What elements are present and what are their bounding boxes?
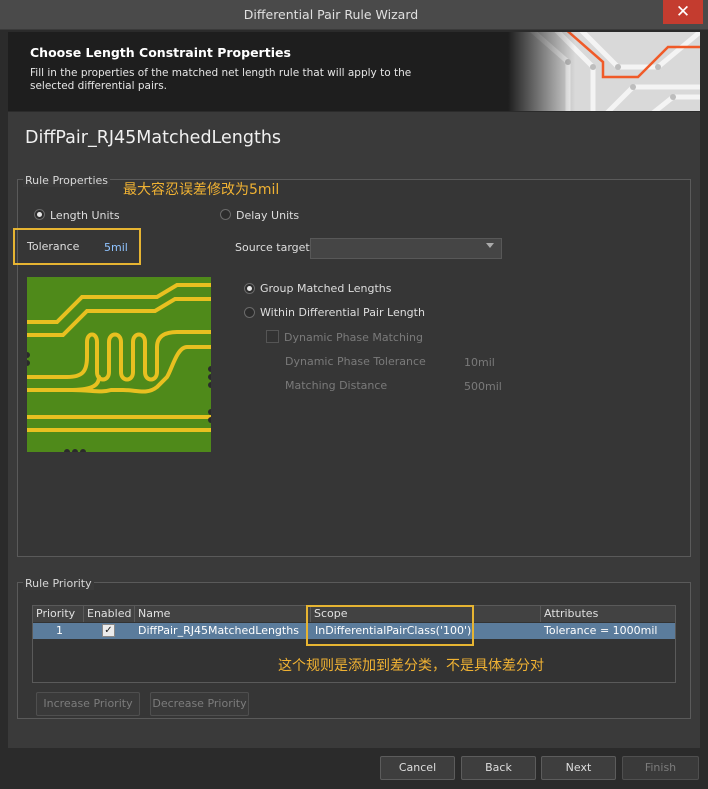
delay-units-label: Delay Units [236,209,300,222]
row-enabled-checkbox[interactable]: ✓ [102,624,115,637]
close-icon: ✕ [675,2,691,22]
dynamic-phase-matching-label: Dynamic Phase Matching [284,331,423,344]
column-header-name[interactable]: Name [135,606,311,622]
wizard-header: Choose Length Constraint Properties Fill… [8,32,700,111]
group-matched-lengths-radio[interactable] [244,283,255,294]
close-button[interactable]: ✕ [663,0,703,24]
increase-priority-button[interactable]: Increase Priority [36,692,140,716]
row-name: DiffPair_RJ45MatchedLengths [138,624,299,637]
row-priority: 1 [56,624,63,637]
main-panel: DiffPair_RJ45MatchedLengths Rule Propert… [8,112,700,748]
wizard-footer: Cancel Back Next Finish [0,748,708,789]
next-button[interactable]: Next [541,756,616,780]
scope-highlight [306,605,474,646]
window-title: Differential Pair Rule Wizard [243,7,419,22]
header-circuit-art-icon [508,32,700,111]
rule-priority-label: Rule Priority [23,577,94,590]
tolerance-input[interactable]: 5mil [104,241,128,254]
scope-annotation: 这个规则是添加到差分类，不是具体差分对 [278,658,544,674]
matching-distance-input[interactable]: 500mil [464,380,502,393]
back-button[interactable]: Back [461,756,536,780]
finish-button[interactable]: Finish [622,756,699,780]
rule-properties-label: Rule Properties [23,174,111,187]
dynamic-phase-matching-checkbox[interactable] [266,330,279,343]
tolerance-annotation: 最大容忍误差修改为5mil [123,182,280,198]
decrease-priority-button[interactable]: Decrease Priority [150,692,249,716]
column-header-attributes[interactable]: Attributes [541,606,675,622]
delay-units-radio[interactable] [220,209,231,220]
column-header-enabled[interactable]: Enabled [84,606,135,622]
group-matched-lengths-label: Group Matched Lengths [260,282,392,295]
step-heading: Choose Length Constraint Properties [30,45,291,60]
dynamic-phase-tolerance-input[interactable]: 10mil [464,356,495,369]
chevron-down-icon [486,243,494,248]
title-bar: Differential Pair Rule Wizard ✕ [0,0,708,30]
matching-distance-label: Matching Distance [285,379,388,392]
length-units-radio[interactable] [34,209,45,220]
column-header-priority[interactable]: Priority [33,606,84,622]
pcb-trace-illustration-icon [27,277,211,452]
within-pair-length-label: Within Differential Pair Length [260,306,425,319]
step-description: Fill in the properties of the matched ne… [30,67,412,92]
row-attributes: Tolerance = 1000mil [544,624,658,637]
dynamic-phase-tolerance-label: Dynamic Phase Tolerance [285,355,426,368]
checkmark-icon: ✓ [104,625,113,636]
source-target-dropdown[interactable] [310,238,502,259]
cancel-button[interactable]: Cancel [380,756,455,780]
source-target-label: Source target [235,241,310,254]
within-pair-length-radio[interactable] [244,307,255,318]
tolerance-label: Tolerance [27,240,80,253]
length-units-label: Length Units [50,209,120,222]
rule-name-title: DiffPair_RJ45MatchedLengths [25,128,282,148]
